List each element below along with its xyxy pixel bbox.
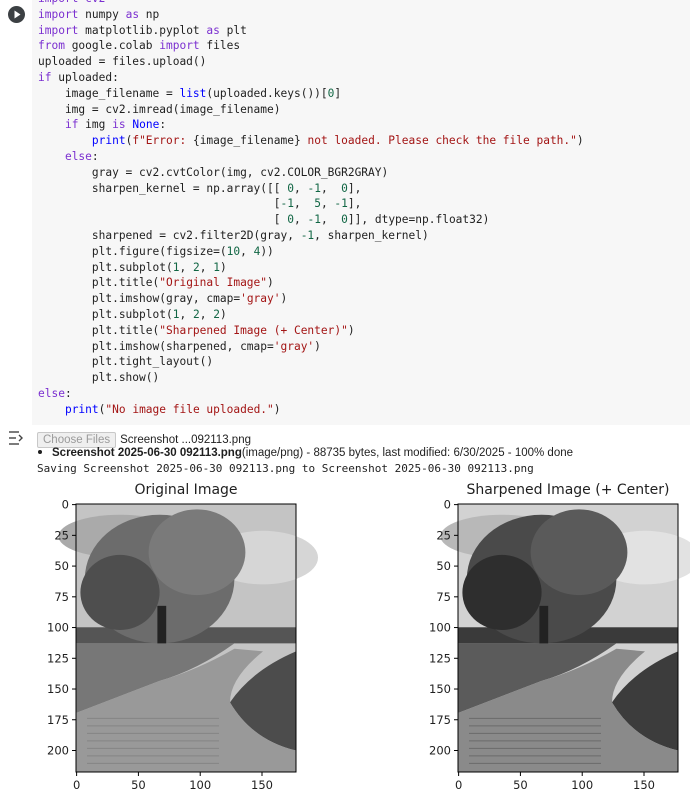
- code-line: gray = cv2.cvtColor(img, cv2.COLOR_BGR2G…: [38, 165, 389, 179]
- y-tick-label: 75: [436, 590, 451, 604]
- plot-title-sharpened: Sharpened Image (+ Center): [466, 482, 670, 498]
- file-upload-row: Choose Files Screenshot ...092113.png: [37, 432, 251, 448]
- code-line: plt.title("Original Image"): [38, 276, 274, 290]
- x-tick-label: 150: [251, 778, 273, 792]
- code-cell: import cv2import numpy as np import matpl…: [0, 0, 690, 425]
- y-tick-label: 0: [62, 498, 69, 512]
- code-line: print(f"Error: {image_filename} not load…: [91, 134, 584, 148]
- bullet-icon: [38, 449, 42, 454]
- y-tick-label: 50: [436, 559, 451, 573]
- code-line: else:: [64, 149, 99, 163]
- y-tick-label: 200: [47, 743, 69, 757]
- y-tick-label: 200: [429, 743, 451, 757]
- code-line: plt.subplot(1, 2, 1): [38, 260, 227, 274]
- x-tick-label: 0: [455, 778, 462, 792]
- output-toggle-icon[interactable]: [8, 430, 26, 446]
- x-tick-label: 100: [571, 778, 593, 792]
- uploaded-file-info: Screenshot 2025-06-30 092113.png(image/p…: [38, 447, 573, 459]
- y-tick-label: 175: [429, 713, 451, 727]
- y-tick-label: 25: [436, 528, 451, 542]
- code-line: if uploaded:: [38, 70, 119, 84]
- y-tick-label: 75: [54, 590, 69, 604]
- y-tick-label: 150: [429, 682, 451, 696]
- sharpened-image-plot: 0 25 50 75 100 125 150 175 200 0 50 100 150: [429, 498, 690, 792]
- code-line: plt.imshow(sharpened, cmap='gray'): [38, 339, 321, 353]
- code-line: uploaded = files.upload(): [38, 55, 207, 69]
- plot-title-original: Original Image: [134, 482, 238, 498]
- code-line: plt.show(): [38, 371, 160, 385]
- image-area: [58, 504, 318, 772]
- code-line: import cv2: [38, 0, 584, 7]
- y-tick-label: 0: [444, 498, 451, 512]
- cell-gutter: [0, 0, 32, 425]
- y-tick-label: 150: [47, 682, 69, 696]
- code-line: import numpy as np: [38, 7, 160, 21]
- code-line: image_filename = list(uploaded.keys())[0…: [38, 86, 342, 100]
- code-line: plt.subplot(1, 2, 2): [38, 307, 227, 321]
- x-tick-label: 50: [131, 778, 146, 792]
- code-line: plt.imshow(gray, cmap='gray'): [38, 292, 288, 306]
- y-tick-label: 125: [47, 651, 69, 665]
- play-icon: [14, 10, 21, 19]
- x-tick-label: 50: [513, 778, 528, 792]
- code-line: img = cv2.imread(image_filename): [38, 102, 281, 116]
- code-line: plt.title("Sharpened Image (+ Center)"): [38, 323, 355, 337]
- code-line: import matplotlib.pyplot as plt: [38, 23, 247, 37]
- choose-files-button[interactable]: Choose Files: [37, 432, 117, 448]
- code-line: [ 0, -1, 0]], dtype=np.float32): [38, 213, 490, 227]
- y-tick-label: 175: [47, 713, 69, 727]
- x-tick-label: 100: [189, 778, 211, 792]
- y-tick-label: 100: [429, 621, 451, 635]
- code-line: sharpened = cv2.filter2D(gray, -1, sharp…: [38, 228, 429, 242]
- code-line: sharpen_kernel = np.array([[ 0, -1, 0],: [38, 181, 362, 195]
- code-line: [-1, 5, -1],: [38, 197, 362, 211]
- code-line: else:: [38, 386, 72, 400]
- y-tick-label: 25: [54, 528, 69, 542]
- code-line: if img is None:: [64, 118, 167, 132]
- y-tick-label: 50: [54, 559, 69, 573]
- uploaded-file-details: (image/png) - 88735 bytes, last modified…: [241, 447, 574, 459]
- y-tick-label: 100: [47, 621, 69, 635]
- uploaded-file-name: Screenshot 2025-06-30 092113.png: [52, 447, 242, 459]
- code-line: plt.figure(figsize=(10, 4)): [38, 244, 274, 258]
- code-editor[interactable]: import cv2import numpy as np import matpl…: [32, 0, 690, 425]
- x-tick-label: 0: [73, 778, 80, 792]
- image-area: [440, 504, 690, 772]
- code-text[interactable]: import cv2import numpy as np import matpl…: [38, 0, 584, 418]
- saving-message: Saving Screenshot 2025-06-30 092113.png …: [37, 462, 534, 475]
- x-tick-label: 150: [633, 778, 655, 792]
- code-line: from google.colab import files: [38, 39, 241, 53]
- code-line: print("No image file uploaded."): [64, 402, 281, 416]
- chosen-file-name: Screenshot ...092113.png: [120, 434, 251, 446]
- y-tick-label: 125: [429, 651, 451, 665]
- original-image-plot: 0 25 50 75 100 125 150 175 200 0 50 100 150: [47, 498, 318, 792]
- code-line: plt.tight_layout(): [38, 355, 214, 369]
- run-cell-button[interactable]: [8, 6, 25, 23]
